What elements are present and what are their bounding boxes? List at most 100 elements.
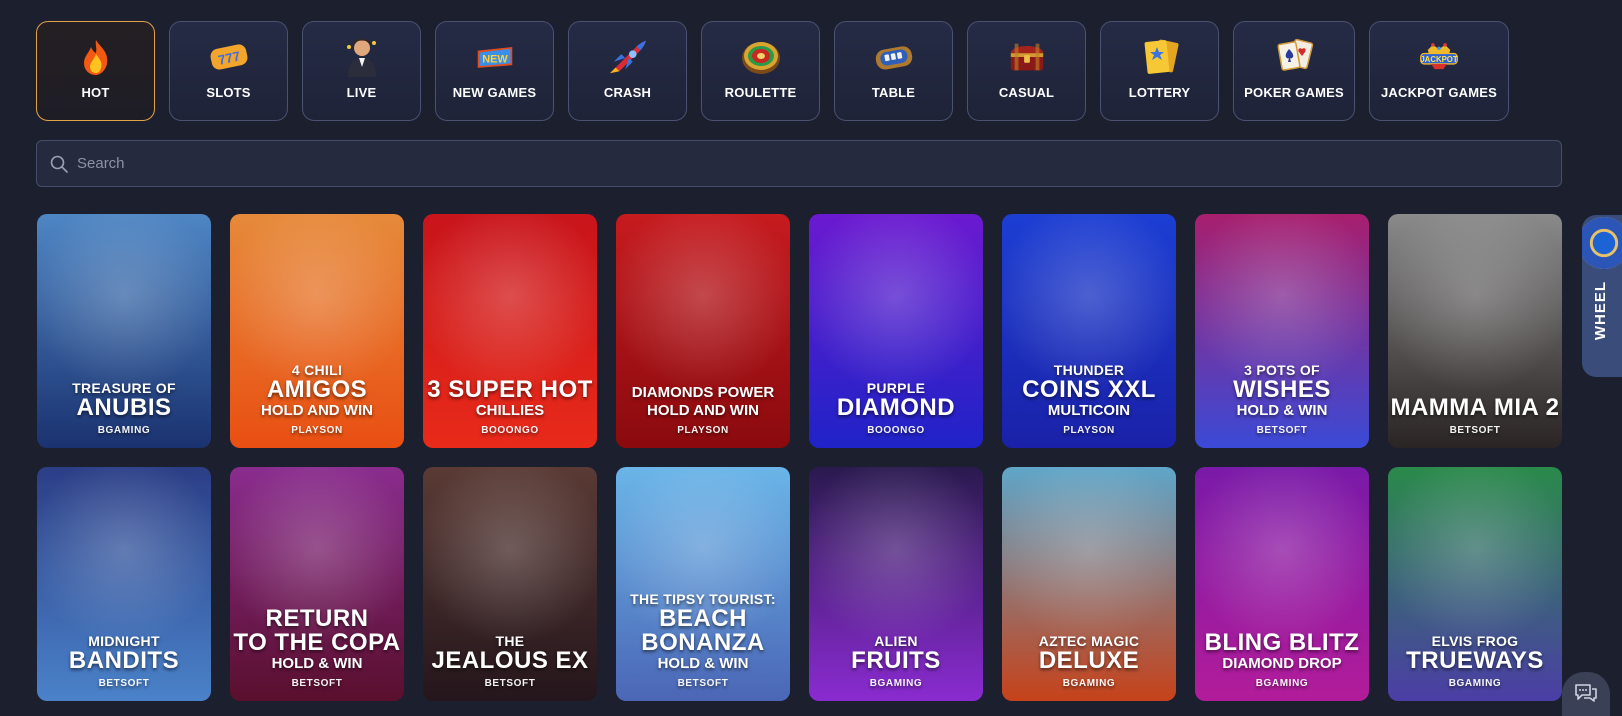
game-title-block: BLING BLITZ DIAMOND DROP BGAMING bbox=[1195, 629, 1369, 690]
svg-text:NEW: NEW bbox=[482, 53, 508, 65]
game-grid: TREASURE OF ANUBIS BGAMING 4 CHILI AMIGOS HOL… bbox=[37, 214, 1562, 701]
game-provider: BETSOFT bbox=[291, 678, 343, 689]
category-label: CRASH bbox=[603, 85, 652, 100]
category-live[interactable]: LIVE bbox=[302, 21, 421, 121]
game-provider: BGAMING bbox=[97, 425, 151, 436]
game-title-block: TREASURE OF ANUBIS BGAMING bbox=[37, 380, 211, 436]
game-provider: BGAMING bbox=[1062, 678, 1116, 689]
new-badge-icon: NEW bbox=[475, 37, 515, 77]
category-roulette[interactable]: ROULETTE bbox=[701, 21, 820, 121]
game-card[interactable]: AZTEC MAGIC DELUXE BGAMING bbox=[1002, 467, 1176, 701]
game-title-block: MAMMA MIA 2 BETSOFT bbox=[1388, 394, 1562, 437]
game-card[interactable]: RETURN TO THE COPA HOLD & WIN BETSOFT bbox=[230, 467, 404, 701]
category-label: POKER GAMES bbox=[1244, 85, 1344, 100]
search-bar[interactable] bbox=[36, 140, 1562, 187]
poker-cards-icon bbox=[1274, 37, 1314, 77]
category-crash[interactable]: CRASH bbox=[568, 21, 687, 121]
game-provider: BGAMING bbox=[1255, 678, 1309, 689]
game-title-block: 4 CHILI AMIGOS HOLD AND WIN PLAYSON bbox=[230, 362, 404, 436]
category-label: LOTTERY bbox=[1128, 85, 1191, 100]
rocket-icon bbox=[608, 37, 648, 77]
game-card[interactable]: 3 SUPER HOT CHILLIES BOOONGO bbox=[423, 214, 597, 448]
game-title-main: 3 SUPER HOT bbox=[427, 376, 593, 403]
category-label: HOT bbox=[81, 85, 110, 100]
lottery-ticket-icon bbox=[1140, 37, 1180, 77]
game-title-sub: TO THE COPA bbox=[233, 629, 401, 656]
game-provider: PLAYSON bbox=[677, 425, 729, 436]
category-label: NEW GAMES bbox=[452, 85, 537, 100]
game-card[interactable]: TREASURE OF ANUBIS BGAMING bbox=[37, 214, 211, 448]
category-casual[interactable]: CASUAL bbox=[967, 21, 1086, 121]
game-title-block: AZTEC MAGIC DELUXE BGAMING bbox=[1002, 633, 1176, 689]
category-label: SLOTS bbox=[206, 85, 251, 100]
game-title-main: MAMMA MIA 2 bbox=[1390, 394, 1560, 421]
wheel-label: WHEEL bbox=[1592, 281, 1609, 341]
game-title-main: FRUITS bbox=[851, 647, 941, 674]
game-title-sub: DIAMOND DROP bbox=[1222, 655, 1342, 672]
game-title-sub: HOLD AND WIN bbox=[261, 402, 373, 419]
game-title-block: PURPLE DIAMOND BOOONGO bbox=[809, 380, 983, 436]
game-title-block: THE JEALOUS EX BETSOFT bbox=[423, 633, 597, 689]
game-card[interactable]: MIDNIGHT BANDITS BETSOFT bbox=[37, 467, 211, 701]
fortune-wheel-icon bbox=[1582, 217, 1622, 269]
category-label: LIVE bbox=[346, 85, 377, 100]
game-title-main: BLING BLITZ bbox=[1204, 629, 1360, 656]
game-title-main: BANDITS bbox=[68, 647, 180, 674]
game-title-main: DELUXE bbox=[1038, 647, 1140, 674]
game-title-main: BEACH bbox=[659, 605, 747, 632]
slot-777-icon: 777 bbox=[209, 37, 249, 77]
game-provider: BGAMING bbox=[1448, 678, 1502, 689]
game-provider: BETSOFT bbox=[1449, 425, 1501, 436]
search-input[interactable] bbox=[77, 155, 1477, 172]
game-title-block: 3 POTS OF WISHES HOLD & WIN BETSOFT bbox=[1195, 362, 1369, 436]
category-slots[interactable]: 777 SLOTS bbox=[169, 21, 288, 121]
category-lottery[interactable]: LOTTERY bbox=[1100, 21, 1219, 121]
chat-button[interactable] bbox=[1562, 672, 1610, 716]
game-card[interactable]: 4 CHILI AMIGOS HOLD AND WIN PLAYSON bbox=[230, 214, 404, 448]
game-provider: BETSOFT bbox=[98, 678, 150, 689]
category-jackpot-games[interactable]: JACKPOT JACKPOT GAMES bbox=[1369, 21, 1509, 121]
category-label: TABLE bbox=[871, 85, 916, 100]
game-title-sub: HOLD AND WIN bbox=[647, 402, 759, 419]
game-card[interactable]: THUNDER COINS XXL MULTICOIN PLAYSON bbox=[1002, 214, 1176, 448]
game-title-block: 3 SUPER HOT CHILLIES BOOONGO bbox=[423, 376, 597, 437]
game-provider: BETSOFT bbox=[1256, 425, 1308, 436]
category-poker-games[interactable]: POKER GAMES bbox=[1233, 21, 1355, 121]
game-title-main: COINS XXL bbox=[1022, 376, 1156, 403]
roulette-icon bbox=[741, 37, 781, 77]
game-provider: BGAMING bbox=[869, 678, 923, 689]
game-title-main: AMIGOS bbox=[266, 376, 368, 403]
category-label: ROULETTE bbox=[724, 85, 797, 100]
game-title-main: TRUEWAYS bbox=[1406, 647, 1544, 674]
game-provider: BETSOFT bbox=[677, 678, 729, 689]
game-card[interactable]: 3 POTS OF WISHES HOLD & WIN BETSOFT bbox=[1195, 214, 1369, 448]
game-title-main: ANUBIS bbox=[76, 394, 172, 421]
game-card[interactable]: THE JEALOUS EX BETSOFT bbox=[423, 467, 597, 701]
game-card[interactable]: BLING BLITZ DIAMOND DROP BGAMING bbox=[1195, 467, 1369, 701]
game-title-main: JEALOUS EX bbox=[431, 647, 589, 674]
game-card[interactable]: PURPLE DIAMOND BOOONGO bbox=[809, 214, 983, 448]
game-title-block: DIAMONDS POWER HOLD AND WIN PLAYSON bbox=[616, 384, 790, 436]
category-hot[interactable]: HOT bbox=[36, 21, 155, 121]
game-title-extra: HOLD & WIN bbox=[657, 655, 749, 672]
game-provider: PLAYSON bbox=[291, 425, 343, 436]
treasure-chest-icon bbox=[1007, 37, 1047, 77]
wheel-tab[interactable]: WHEEL bbox=[1582, 215, 1622, 377]
game-title-main: DIAMOND bbox=[836, 394, 956, 421]
game-provider: BOOONGO bbox=[481, 425, 539, 436]
chat-bubble-icon bbox=[1575, 684, 1597, 702]
game-card[interactable]: ELVIS FROG TRUEWAYS BGAMING bbox=[1388, 467, 1562, 701]
game-card[interactable]: MAMMA MIA 2 BETSOFT bbox=[1388, 214, 1562, 448]
game-title-block: MIDNIGHT BANDITS BETSOFT bbox=[37, 633, 211, 689]
game-card[interactable]: DIAMONDS POWER HOLD AND WIN PLAYSON bbox=[616, 214, 790, 448]
game-title-block: ELVIS FROG TRUEWAYS BGAMING bbox=[1388, 633, 1562, 689]
svg-text:JACKPOT: JACKPOT bbox=[1420, 55, 1458, 64]
game-title-sub: BONANZA bbox=[641, 629, 765, 656]
category-table[interactable]: TABLE bbox=[834, 21, 953, 121]
category-label: JACKPOT GAMES bbox=[1380, 85, 1497, 100]
game-card[interactable]: ALIEN FRUITS BGAMING bbox=[809, 467, 983, 701]
game-card[interactable]: THE TIPSY TOURIST: BEACH BONANZA HOLD & WIN… bbox=[616, 467, 790, 701]
game-title-block: ALIEN FRUITS BGAMING bbox=[809, 633, 983, 689]
game-title-block: RETURN TO THE COPA HOLD & WIN BETSOFT bbox=[230, 607, 404, 690]
category-new-games[interactable]: NEW NEW GAMES bbox=[435, 21, 554, 121]
